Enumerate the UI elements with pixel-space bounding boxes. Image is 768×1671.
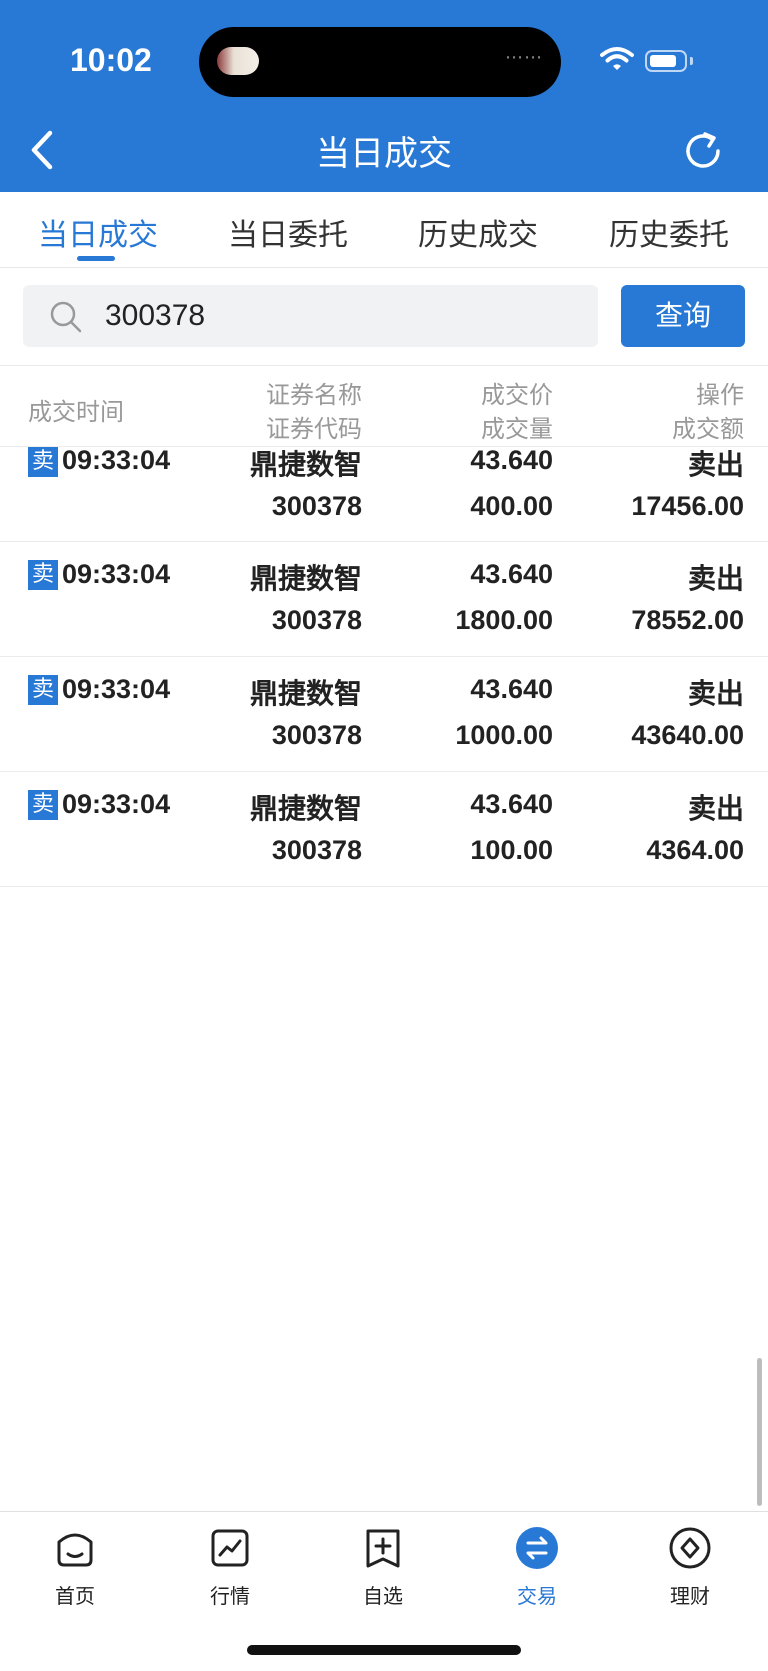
nav-watchlist[interactable]: 自选 xyxy=(328,1526,438,1609)
column-price: 成交价 xyxy=(481,381,553,409)
trade-price: 43.640 xyxy=(470,445,553,475)
sell-badge: 卖 xyxy=(28,675,58,705)
trade-amount: 17456.00 xyxy=(631,491,744,521)
battery-icon xyxy=(645,50,687,72)
trade-amount: 43640.00 xyxy=(631,720,744,750)
trade-qty: 1800.00 xyxy=(455,605,553,635)
nav-label: 自选 xyxy=(363,1584,403,1608)
nav-market[interactable]: 行情 xyxy=(175,1526,285,1609)
status-time: 10:02 xyxy=(70,42,152,78)
sell-badge: 卖 xyxy=(28,790,58,820)
column-op: 操作 xyxy=(696,381,744,409)
home-indicator[interactable] xyxy=(247,1645,521,1655)
table-row[interactable]: 卖 09:33:04 鼎捷数智 300378 43.640 1800.00 卖出… xyxy=(0,542,768,657)
column-qty: 成交量 xyxy=(481,415,553,443)
nav-trade[interactable]: 交易 xyxy=(482,1526,592,1609)
trade-qty: 100.00 xyxy=(470,835,553,865)
security-name: 鼎捷数智 xyxy=(249,562,362,595)
trade-qty: 1000.00 xyxy=(455,720,553,750)
trade-time: 09:33:04 xyxy=(62,559,171,589)
now-playing-thumbnail xyxy=(217,47,259,75)
column-code: 证券代码 xyxy=(266,415,362,443)
sell-badge: 卖 xyxy=(28,560,58,590)
trade-time: 09:33:04 xyxy=(62,674,171,704)
query-button[interactable]: 查询 xyxy=(621,285,745,347)
tab-today-orders[interactable]: 当日委托 xyxy=(228,210,348,254)
nav-label: 行情 xyxy=(210,1584,250,1608)
tab-history-trades[interactable]: 历史成交 xyxy=(418,210,538,254)
trade-amount: 78552.00 xyxy=(631,605,744,635)
security-code: 300378 xyxy=(271,491,362,521)
nav-label: 首页 xyxy=(55,1584,95,1608)
add-bookmark-icon xyxy=(366,1529,400,1568)
nav-label: 理财 xyxy=(670,1584,710,1608)
trade-price: 43.640 xyxy=(470,559,553,589)
search-input[interactable] xyxy=(103,285,575,347)
trade-op: 卖出 xyxy=(687,448,744,481)
nav-label: 交易 xyxy=(517,1584,557,1608)
nav-home[interactable]: 首页 xyxy=(20,1526,130,1609)
table-row[interactable]: 卖 09:33:04 鼎捷数智 300378 43.640 1000.00 卖出… xyxy=(0,657,768,772)
security-code: 300378 xyxy=(271,720,362,750)
diamond-icon xyxy=(669,1527,711,1569)
chart-icon xyxy=(211,1529,249,1567)
dynamic-island: ⋯⋯ xyxy=(199,27,561,97)
trade-time: 09:33:04 xyxy=(62,445,171,475)
security-name: 鼎捷数智 xyxy=(249,792,362,825)
security-name: 鼎捷数智 xyxy=(249,448,362,481)
tab-today-trades[interactable]: 当日成交 xyxy=(38,210,158,254)
tab-bar: 当日成交 当日委托 历史成交 历史委托 xyxy=(0,192,768,268)
table-header: 成交时间 证券名称 证券代码 成交价 成交量 操作 成交额 xyxy=(0,365,768,447)
sell-badge: 卖 xyxy=(28,447,58,477)
trade-price: 43.640 xyxy=(470,674,553,704)
search-box[interactable] xyxy=(23,285,598,347)
nav-wealth[interactable]: 理财 xyxy=(635,1526,745,1609)
column-amount: 成交额 xyxy=(672,415,744,443)
column-name: 证券名称 xyxy=(266,381,362,409)
column-time: 成交时间 xyxy=(28,398,124,426)
active-tab-indicator xyxy=(77,256,115,261)
trade-list: 卖 09:33:04 鼎捷数智 300378 43.640 400.00 卖出 … xyxy=(0,445,768,887)
trade-op: 卖出 xyxy=(687,677,744,710)
trade-time: 09:33:04 xyxy=(62,789,171,819)
tab-history-orders[interactable]: 历史委托 xyxy=(609,210,729,254)
wifi-icon xyxy=(600,47,634,70)
table-row[interactable]: 卖 09:33:04 鼎捷数智 300378 43.640 100.00 卖出 … xyxy=(0,772,768,887)
refresh-icon[interactable] xyxy=(680,128,726,174)
trade-amount: 4364.00 xyxy=(646,835,744,865)
waveform-icon: ⋯⋯ xyxy=(505,47,543,68)
trade-qty: 400.00 xyxy=(470,491,553,521)
page-title: 当日成交 xyxy=(316,134,452,174)
security-code: 300378 xyxy=(271,605,362,635)
security-name: 鼎捷数智 xyxy=(249,677,362,710)
table-row[interactable]: 卖 09:33:04 鼎捷数智 300378 43.640 400.00 卖出 … xyxy=(0,445,768,542)
exchange-icon xyxy=(516,1527,558,1569)
search-icon xyxy=(50,301,82,333)
trade-op: 卖出 xyxy=(687,792,744,825)
trade-op: 卖出 xyxy=(687,562,744,595)
security-code: 300378 xyxy=(271,835,362,865)
app-header: 10:02 ⋯⋯ 当日成交 xyxy=(0,0,768,192)
scrollbar[interactable] xyxy=(757,1358,762,1506)
trade-price: 43.640 xyxy=(470,789,553,819)
home-icon xyxy=(57,1533,93,1567)
